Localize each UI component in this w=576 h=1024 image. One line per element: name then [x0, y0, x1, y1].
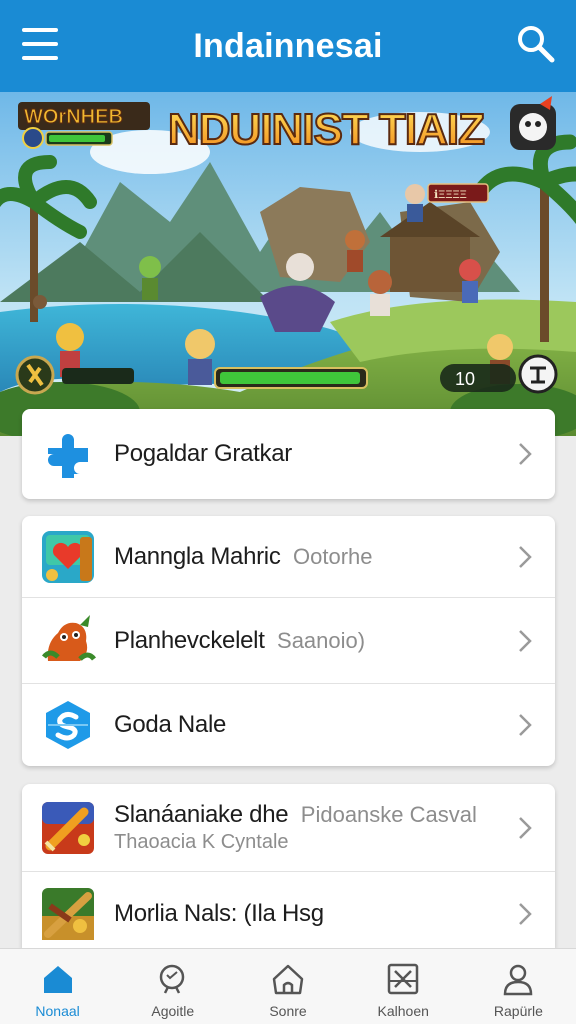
profile-icon	[504, 964, 533, 996]
chevron-right-icon	[519, 714, 532, 736]
nav-item-library[interactable]: Kalhoen	[346, 949, 461, 1024]
blue-badge-icon	[46, 701, 90, 749]
banner-counter: 10	[455, 369, 475, 389]
list-item-title: Morlia Nals: (Ila Hsg	[114, 900, 324, 927]
dragon-icon	[42, 614, 96, 661]
list-item-title: Planhevckelelt	[114, 626, 265, 654]
list-item-title: Manngla Mahric	[114, 542, 281, 570]
game-banner[interactable]: WOrNHEB NDUINIST TIAIZ ℹ︎ΞΞΞΞ 10	[0, 92, 576, 436]
banner-sign: ℹ︎ΞΞΞΞ	[434, 189, 467, 201]
nav-item-profile[interactable]: Rapürle	[461, 949, 576, 1024]
nav-label: Agoitle	[151, 1003, 195, 1019]
list-card-3: Slanáaniake dhe Pidoanske Casval Thaoaci…	[22, 784, 555, 948]
warrior-game-icon	[42, 888, 94, 940]
list-card-2: Manngla Mahric Ootorhe Planhevckelelt Sa…	[22, 516, 555, 766]
list-item-tag: Pidoanske Casval	[300, 802, 477, 827]
list-item-tag: Ootorhe	[293, 543, 373, 569]
list-item[interactable]: Goda Nale	[22, 684, 555, 766]
list-item-title: Goda Nale	[114, 711, 227, 738]
heart-game-icon	[42, 530, 94, 583]
banner-main-title: NDUINIST TIAIZ	[168, 105, 484, 154]
list-item-subtitle: Thaoacia K Cyntale	[114, 831, 289, 853]
list-item[interactable]: Pogaldar Gratkar	[22, 409, 555, 499]
chevron-right-icon	[519, 903, 532, 925]
hamburger-menu-icon[interactable]	[20, 24, 60, 64]
list-card-1: Pogaldar Gratkar	[22, 409, 555, 499]
nav-item-store[interactable]: Sonre	[230, 949, 345, 1024]
chevron-right-icon	[519, 443, 532, 465]
search-icon[interactable]	[514, 22, 558, 66]
home-icon	[43, 966, 72, 993]
list-item[interactable]: Manngla Mahric Ootorhe	[22, 516, 555, 598]
banner-artwork: WOrNHEB NDUINIST TIAIZ ℹ︎ΞΞΞΞ 10	[0, 92, 576, 436]
app-header: Indainnesai	[0, 0, 576, 92]
bottom-navigation: Nonaal Agoitle Sonre Kalhoen Rapürle	[0, 948, 576, 1024]
list-item-title: Slanáaniake dhe	[114, 801, 289, 828]
nav-label: Kalhoen	[377, 1003, 429, 1019]
list-item[interactable]: Slanáaniake dhe Pidoanske Casval Thaoaci…	[22, 784, 555, 872]
house-outline-icon	[272, 964, 304, 995]
nav-item-home[interactable]: Nonaal	[0, 949, 115, 1024]
nav-item-search[interactable]: Agoitle	[115, 949, 230, 1024]
nav-label: Sonre	[269, 1003, 307, 1019]
list-item[interactable]: Planhevckelelt Saanoio)	[22, 598, 555, 684]
nav-label: Rapürle	[493, 1003, 543, 1019]
chevron-right-icon	[519, 816, 532, 839]
sword-game-icon	[42, 801, 94, 854]
search-person-icon	[159, 964, 185, 994]
list-item-tag: Saanoio)	[277, 627, 366, 653]
list-item-title: Pogaldar Gratkar	[114, 440, 292, 467]
chevron-right-icon	[519, 545, 532, 568]
box-icon	[387, 963, 419, 995]
banner-title-left: WOrNHEB	[24, 106, 123, 128]
app-title: Indainnesai	[193, 26, 383, 65]
chevron-right-icon	[519, 629, 532, 652]
list-item[interactable]: Morlia Nals: (Ila Hsg	[22, 872, 555, 948]
puzzle-icon	[48, 434, 88, 478]
nav-label: Nonaal	[35, 1003, 80, 1019]
